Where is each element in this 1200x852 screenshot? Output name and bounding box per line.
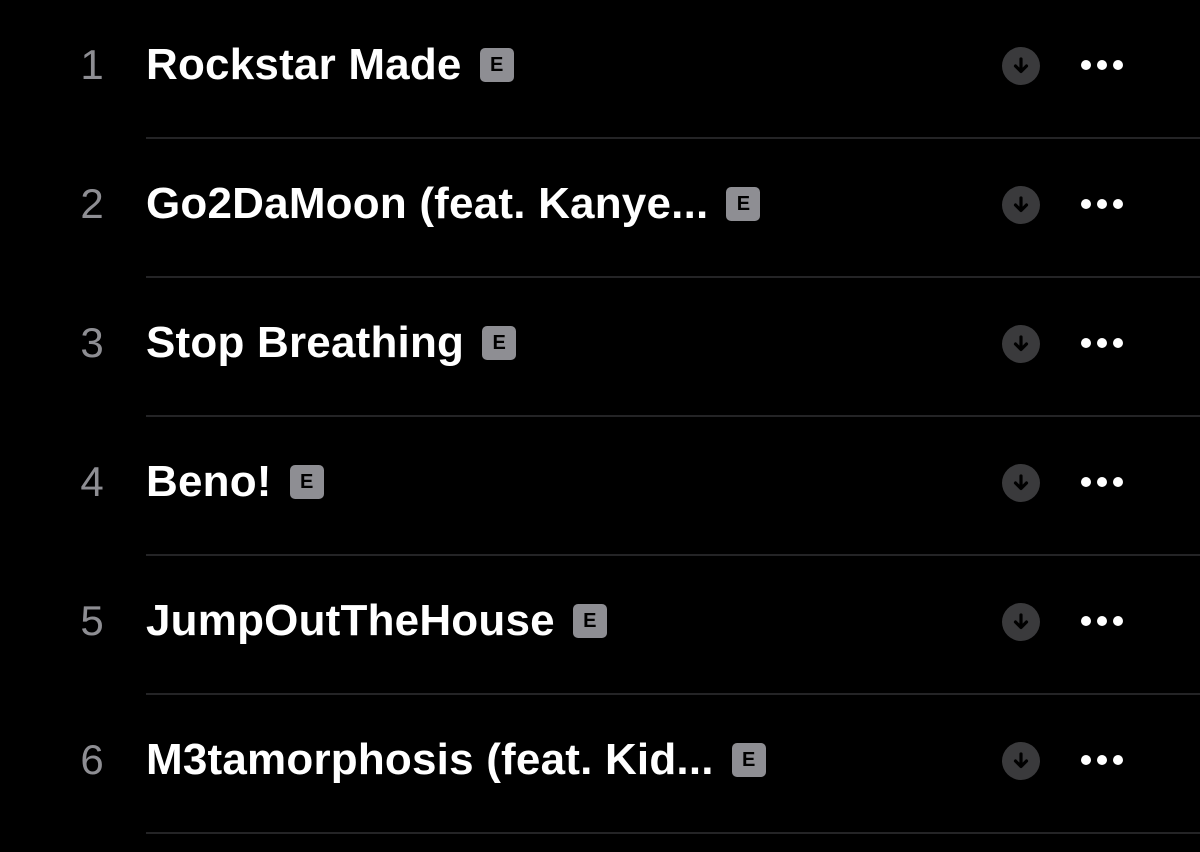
ellipsis-icon xyxy=(1097,199,1107,209)
ellipsis-icon xyxy=(1081,616,1091,626)
download-button[interactable] xyxy=(1002,603,1040,641)
ellipsis-icon xyxy=(1097,60,1107,70)
track-number: 1 xyxy=(80,41,104,88)
track-title-group: Beno! E xyxy=(146,457,324,507)
explicit-badge: E xyxy=(726,187,761,221)
track-title-group: Go2DaMoon (feat. Kanye... E xyxy=(146,179,761,229)
ellipsis-icon xyxy=(1081,755,1091,765)
track-row[interactable]: 1 Rockstar Made E xyxy=(0,0,1200,139)
track-number: 5 xyxy=(80,597,104,644)
track-title: JumpOutTheHouse xyxy=(146,596,555,645)
track-title: Go2DaMoon (feat. Kanye... xyxy=(146,179,709,228)
ellipsis-icon xyxy=(1113,755,1123,765)
track-row[interactable]: 3 Stop Breathing E xyxy=(0,278,1200,417)
arrow-down-circle-icon xyxy=(1013,474,1029,491)
arrow-down-circle-icon xyxy=(1013,613,1029,630)
ellipsis-icon xyxy=(1097,755,1107,765)
track-number: 4 xyxy=(80,458,104,505)
more-options-button[interactable] xyxy=(1074,606,1130,636)
track-title: Beno! xyxy=(146,457,272,506)
more-options-button[interactable] xyxy=(1074,467,1130,497)
more-options-button[interactable] xyxy=(1074,745,1130,775)
download-button[interactable] xyxy=(1002,742,1040,780)
track-title: Rockstar Made xyxy=(146,40,462,89)
row-divider xyxy=(146,832,1200,834)
ellipsis-icon xyxy=(1113,199,1123,209)
track-list: 1 Rockstar Made E 2 Go2DaMoon (feat. Kan… xyxy=(0,0,1200,852)
track-title-group: M3tamorphosis (feat. Kid... E xyxy=(146,735,766,785)
track-title-group: JumpOutTheHouse E xyxy=(146,596,607,646)
arrow-down-circle-icon xyxy=(1013,57,1029,74)
ellipsis-icon xyxy=(1097,616,1107,626)
ellipsis-icon xyxy=(1081,199,1091,209)
track-title: Stop Breathing xyxy=(146,318,465,367)
explicit-badge: E xyxy=(289,465,324,499)
ellipsis-icon xyxy=(1081,477,1091,487)
more-options-button[interactable] xyxy=(1074,328,1130,358)
download-button[interactable] xyxy=(1002,464,1040,502)
explicit-badge: E xyxy=(482,326,517,360)
explicit-badge: E xyxy=(479,48,514,82)
track-title-group: Rockstar Made E xyxy=(146,40,514,90)
track-row[interactable]: 5 JumpOutTheHouse E xyxy=(0,556,1200,695)
ellipsis-icon xyxy=(1097,477,1107,487)
ellipsis-icon xyxy=(1081,60,1091,70)
track-row[interactable]: 2 Go2DaMoon (feat. Kanye... E xyxy=(0,139,1200,278)
arrow-down-circle-icon xyxy=(1013,752,1029,769)
ellipsis-icon xyxy=(1113,60,1123,70)
download-button[interactable] xyxy=(1002,47,1040,85)
ellipsis-icon xyxy=(1081,338,1091,348)
ellipsis-icon xyxy=(1113,616,1123,626)
explicit-badge: E xyxy=(731,743,766,777)
ellipsis-icon xyxy=(1113,477,1123,487)
track-number: 2 xyxy=(80,180,104,227)
track-title-group: Stop Breathing E xyxy=(146,318,517,368)
download-button[interactable] xyxy=(1002,186,1040,224)
more-options-button[interactable] xyxy=(1074,50,1130,80)
track-title: M3tamorphosis (feat. Kid... xyxy=(146,735,714,784)
explicit-badge: E xyxy=(572,604,607,638)
more-options-button[interactable] xyxy=(1074,189,1130,219)
track-number: 3 xyxy=(80,319,104,366)
ellipsis-icon xyxy=(1097,338,1107,348)
arrow-down-circle-icon xyxy=(1013,335,1029,352)
track-number: 6 xyxy=(80,736,104,783)
track-row[interactable]: 6 M3tamorphosis (feat. Kid... E xyxy=(0,695,1200,834)
download-button[interactable] xyxy=(1002,325,1040,363)
arrow-down-circle-icon xyxy=(1013,196,1029,213)
track-row[interactable]: 4 Beno! E xyxy=(0,417,1200,556)
ellipsis-icon xyxy=(1113,338,1123,348)
